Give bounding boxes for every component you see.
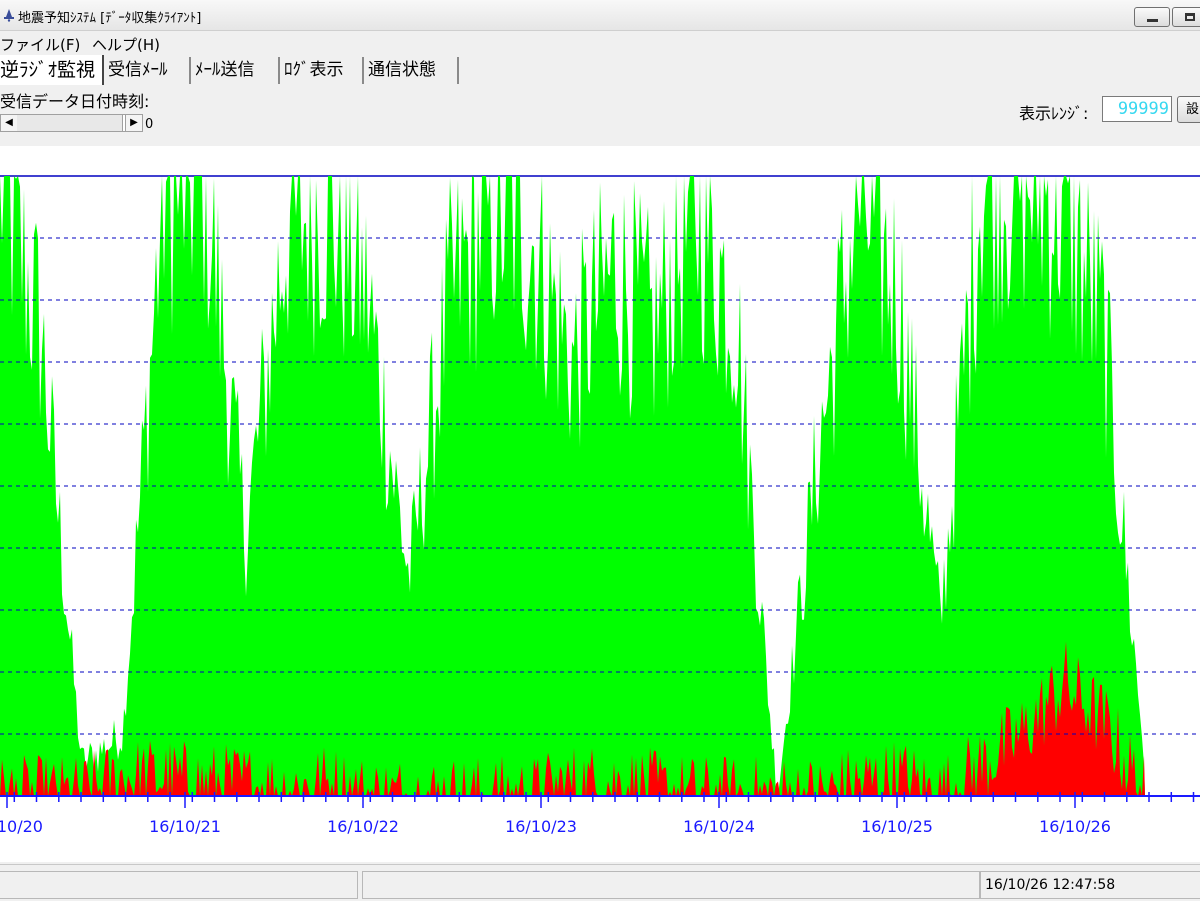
maximize-icon <box>1185 13 1195 21</box>
control-panel: 受信データ日付時刻: ◀ ▶ 0 表示ﾚﾝｼﾞ: 設 <box>0 86 1200 146</box>
tab-log-view[interactable]: ﾛｸﾞ表示 <box>281 57 364 84</box>
tab-bar: 逆ﾗｼﾞｵ監視 受信ﾒｰﾙ ﾒｰﾙ送信 ﾛｸﾞ表示 通信状態 <box>0 55 1200 85</box>
x-tick-label: 16/10/23 <box>505 817 577 836</box>
menu-bar: ファイル(F) ヘルプ(H) <box>0 31 1200 55</box>
chart-canvas: 16/10/20 16/10/21 16/10/22 16/10/23 16/10/24… <box>0 175 1200 836</box>
scroll-value: 0 <box>145 117 154 132</box>
status-timestamp: 16/10/26 12:47:58 <box>980 871 1200 899</box>
date-scrollbar[interactable]: ◀ ▶ <box>0 114 143 132</box>
received-datetime-label: 受信データ日付時刻: <box>0 92 150 111</box>
scroll-thumb[interactable] <box>17 115 123 131</box>
x-tick-label: 16/10/20 <box>0 817 43 836</box>
display-range-label: 表示ﾚﾝｼﾞ: <box>1019 104 1089 123</box>
range-set-button[interactable]: 設 <box>1177 96 1200 123</box>
display-range-input[interactable] <box>1102 96 1172 122</box>
arrow-left-icon: ◀ <box>5 117 13 128</box>
x-tick-label: 16/10/26 <box>1039 817 1111 836</box>
tab-received-mail[interactable]: 受信ﾒｰﾙ <box>105 57 191 84</box>
tab-reverse-radio-monitor[interactable]: 逆ﾗｼﾞｵ監視 <box>0 55 104 85</box>
status-bar: 16/10/26 12:47:58 <box>0 864 1200 901</box>
status-panel-1 <box>0 871 358 899</box>
scroll-right-button[interactable]: ▶ <box>125 115 142 131</box>
menu-file[interactable]: ファイル(F) <box>0 34 80 55</box>
minimize-icon <box>1147 19 1158 22</box>
signal-chart: 16/10/20 16/10/21 16/10/22 16/10/23 16/10/24… <box>0 146 1200 862</box>
menu-help[interactable]: ヘルプ(H) <box>92 34 160 55</box>
x-tick-label: 16/10/22 <box>327 817 399 836</box>
tab-send-mail[interactable]: ﾒｰﾙ送信 <box>192 57 280 84</box>
minimize-button[interactable] <box>1134 7 1170 27</box>
window-title: 地震予知ｼｽﾃﾑ [ﾃﾞｰﾀ収集ｸﾗｲｱﾝﾄ] <box>18 11 202 26</box>
scroll-left-button[interactable]: ◀ <box>1 115 18 131</box>
maximize-button[interactable] <box>1172 7 1200 27</box>
x-tick-label: 16/10/25 <box>861 817 933 836</box>
status-panel-2 <box>362 871 980 899</box>
x-tick-label: 16/10/21 <box>149 817 221 836</box>
title-bar: 地震予知ｼｽﾃﾑ [ﾃﾞｰﾀ収集ｸﾗｲｱﾝﾄ] <box>0 0 1200 31</box>
app-bell-icon <box>4 9 14 22</box>
tab-connection-status[interactable]: 通信状態 <box>365 57 459 84</box>
x-tick-label: 16/10/24 <box>683 817 755 836</box>
arrow-right-icon: ▶ <box>130 117 138 128</box>
